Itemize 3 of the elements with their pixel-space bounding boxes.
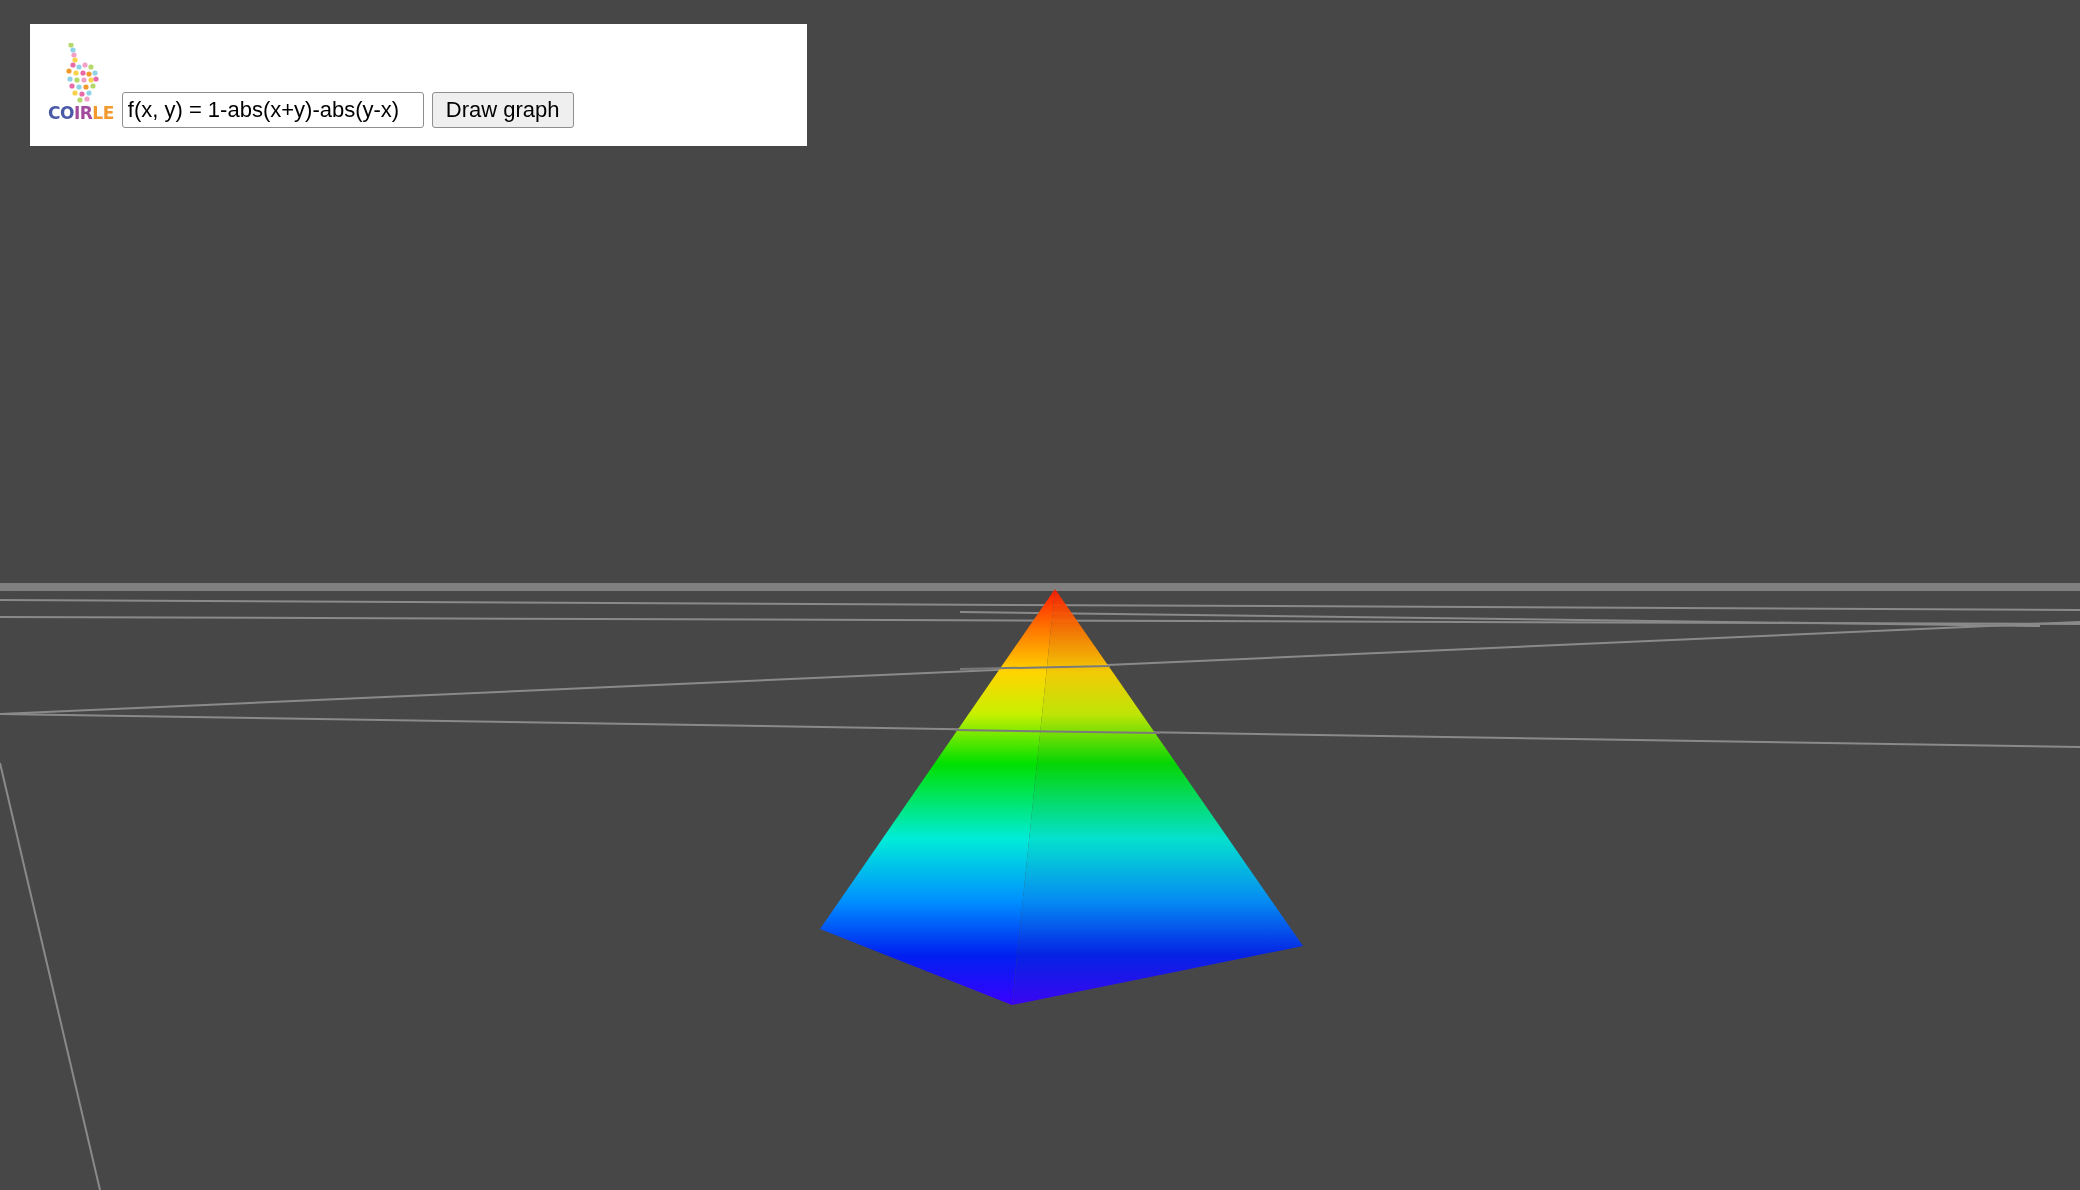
formula-input-field[interactable]: f(x, y) = 1-abs(x+y)-abs(y-x) — [121, 92, 424, 128]
draw-graph-button[interactable]: Draw graph — [431, 92, 574, 128]
logo-wordmark: COIRLE — [48, 105, 114, 125]
